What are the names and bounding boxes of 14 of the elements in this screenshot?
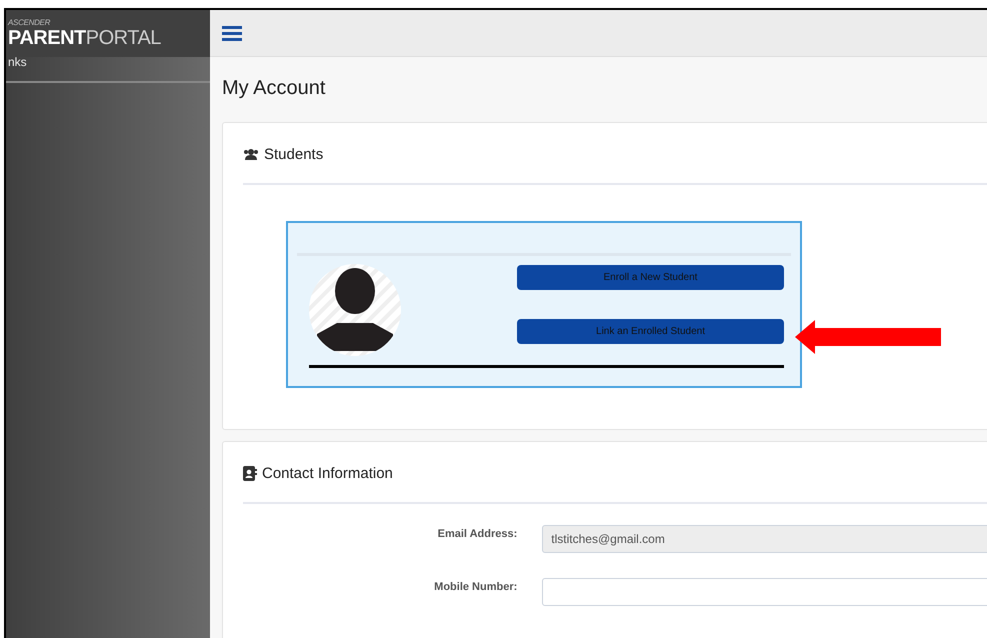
logo-caption: ASCENDER xyxy=(8,18,52,27)
section-heading: Contact Information xyxy=(262,464,393,482)
logo-text: PARENT xyxy=(8,27,86,49)
sidebar-item[interactable]: nks xyxy=(8,57,27,69)
field-label: Email Address: xyxy=(436,527,518,540)
field-label: Mobile Number: xyxy=(433,580,518,593)
menu-icon[interactable] xyxy=(222,25,242,41)
logo-text: PORTAL xyxy=(86,27,161,49)
page-title: My Account xyxy=(222,77,326,100)
contact-book-icon xyxy=(243,466,257,480)
avatar-icon xyxy=(309,264,401,356)
section-heading: Students xyxy=(264,146,324,162)
input-field[interactable] xyxy=(542,578,987,606)
users-icon xyxy=(243,148,259,160)
